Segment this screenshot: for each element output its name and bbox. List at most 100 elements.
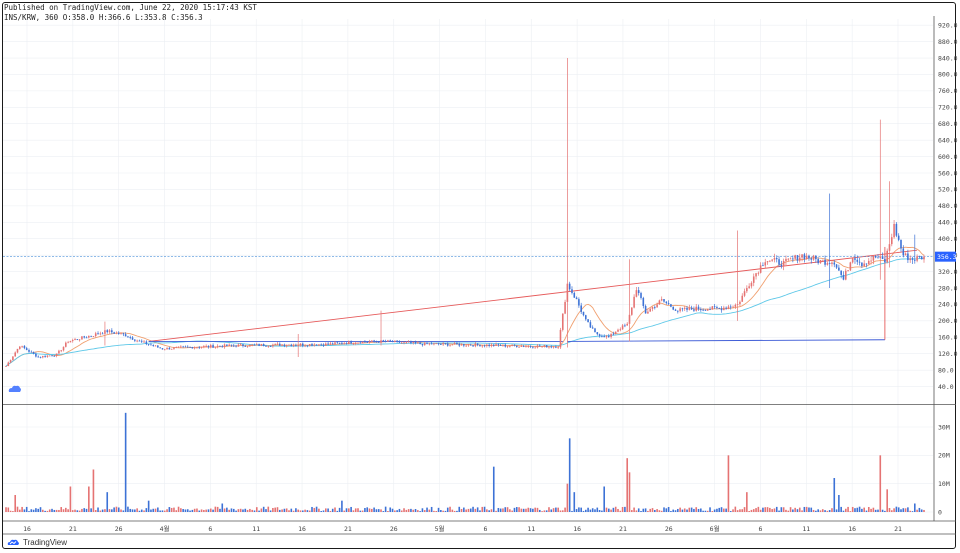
volume-bar xyxy=(267,506,270,512)
candle-body xyxy=(71,340,74,342)
volume-bar xyxy=(281,509,283,512)
price-volume-chart[interactable]: 40.080.0120.0160.0200.0240.0280.0320.036… xyxy=(0,0,960,553)
candle-body xyxy=(145,341,148,345)
volume-bar xyxy=(844,508,847,512)
candle-body xyxy=(644,305,647,314)
price-tick-label: 40.0 xyxy=(938,383,954,391)
volume-bar xyxy=(60,507,63,512)
volume-bar xyxy=(858,506,861,512)
volume-bar xyxy=(412,509,415,512)
volume-bar xyxy=(465,509,467,512)
volume-bar xyxy=(713,509,716,512)
volume-bar xyxy=(140,509,143,512)
volume-bar xyxy=(214,506,217,512)
candle-body xyxy=(228,344,230,346)
candle-body xyxy=(474,343,477,347)
volume-bar xyxy=(449,506,451,512)
price-tick-label: 480.0 xyxy=(938,202,958,210)
volume-tick-label: 0 xyxy=(938,508,942,516)
volume-bar xyxy=(483,506,486,512)
candle-body xyxy=(440,344,442,345)
candle-body xyxy=(124,334,127,337)
volume-bar xyxy=(916,509,918,512)
candle-body xyxy=(884,259,886,263)
volume-bar xyxy=(904,508,907,512)
candle-body xyxy=(348,341,350,344)
candle-body xyxy=(46,355,49,357)
volume-bar xyxy=(51,508,53,512)
candle-body xyxy=(741,295,744,302)
candle-body xyxy=(193,347,196,349)
volume-bar xyxy=(124,412,127,512)
volume-bar xyxy=(44,510,46,512)
candle-body xyxy=(633,296,635,308)
candle-body xyxy=(870,260,872,262)
price-tick-label: 120.0 xyxy=(938,350,958,358)
candle-body xyxy=(28,350,30,352)
volume-bar xyxy=(350,506,352,512)
candle-body xyxy=(637,290,640,294)
volume-bar xyxy=(665,508,668,512)
candle-body xyxy=(327,343,329,345)
tradingview-brand[interactable]: TradingView xyxy=(6,537,67,547)
volume-bar xyxy=(743,507,746,512)
candle-body xyxy=(727,306,730,309)
candle-body xyxy=(444,343,447,344)
volume-bar xyxy=(246,509,249,512)
volume-bar xyxy=(863,507,865,512)
candle-body xyxy=(334,342,336,345)
volume-bar xyxy=(819,510,822,512)
candle-body xyxy=(854,258,856,260)
price-tick-label: 400.0 xyxy=(938,235,958,243)
volume-bar xyxy=(104,509,106,512)
candle-body xyxy=(396,340,398,342)
candle-body xyxy=(755,273,757,277)
candle-body xyxy=(515,345,518,348)
volume-bar xyxy=(398,508,401,512)
volume-bar xyxy=(778,510,780,512)
volume-bar xyxy=(127,506,129,512)
candle-body xyxy=(262,344,265,346)
volume-bar xyxy=(364,508,366,512)
volume-bar xyxy=(734,506,737,512)
candle-body xyxy=(120,333,122,335)
candle-body xyxy=(405,342,408,343)
volume-bar xyxy=(228,509,230,512)
candle-body xyxy=(154,345,157,347)
candle-body xyxy=(336,342,339,344)
volume-bar xyxy=(456,510,458,512)
time-tick-label: 11 xyxy=(802,525,810,533)
volume-bar xyxy=(352,510,355,512)
volume-bar xyxy=(773,508,776,512)
candle-body xyxy=(693,309,695,311)
volume-tick-label: 10M xyxy=(938,480,950,488)
candle-body xyxy=(803,254,806,260)
volume-bar xyxy=(828,510,831,512)
volume-bar xyxy=(538,509,541,512)
volume-bar xyxy=(550,509,553,512)
volume-bar xyxy=(541,511,543,512)
volume-bar xyxy=(387,511,389,512)
volume-bar xyxy=(428,509,431,512)
candle-body xyxy=(541,346,543,347)
volume-bar xyxy=(421,508,424,512)
candle-body xyxy=(476,343,479,345)
candle-body xyxy=(529,346,532,347)
volume-bar xyxy=(706,510,709,512)
volume-bar xyxy=(161,510,164,512)
candle-body xyxy=(281,344,283,346)
candle-body xyxy=(42,355,44,358)
volume-bar xyxy=(918,507,921,512)
volume-bar xyxy=(693,508,695,512)
candle-body xyxy=(536,345,539,348)
volume-bar xyxy=(306,510,309,512)
volume-bar xyxy=(695,507,698,512)
candle-body xyxy=(458,344,461,346)
candle-body xyxy=(568,283,571,290)
candle-body xyxy=(582,311,585,316)
volume-bar xyxy=(67,509,69,512)
candle-body xyxy=(417,342,419,344)
candle-body xyxy=(157,345,159,348)
candle-body xyxy=(856,259,859,262)
candle-body xyxy=(479,344,481,347)
